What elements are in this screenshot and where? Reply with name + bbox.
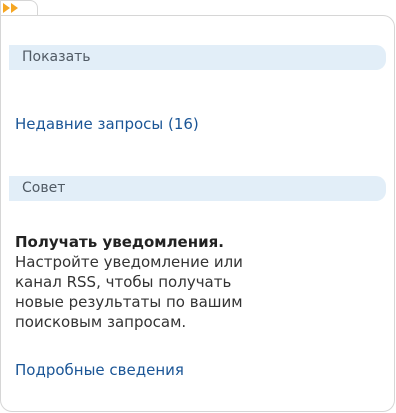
details-link[interactable]: Подробные сведения [15, 360, 184, 380]
collapse-tab[interactable] [0, 0, 38, 16]
tip-body-line: канал RSS, чтобы получать [15, 273, 232, 291]
recent-queries-link[interactable]: Недавние запросы (16) [15, 114, 199, 134]
tip-body-line: новые результаты по вашим [15, 293, 243, 311]
tip-section-header: Совет [9, 176, 386, 201]
show-section-header: Показать [9, 45, 386, 70]
tip-body-line: Настройте уведомление или [15, 253, 243, 271]
tip-title: Получать уведомления. [15, 233, 224, 251]
sidebar-panel: Показать Недавние запросы (16) Совет Пол… [0, 15, 395, 412]
tip-body: Настройте уведомление или канал RSS, что… [15, 252, 345, 332]
tip-body-line: поисковым запросам. [15, 313, 187, 331]
double-right-arrow-icon [3, 3, 19, 13]
